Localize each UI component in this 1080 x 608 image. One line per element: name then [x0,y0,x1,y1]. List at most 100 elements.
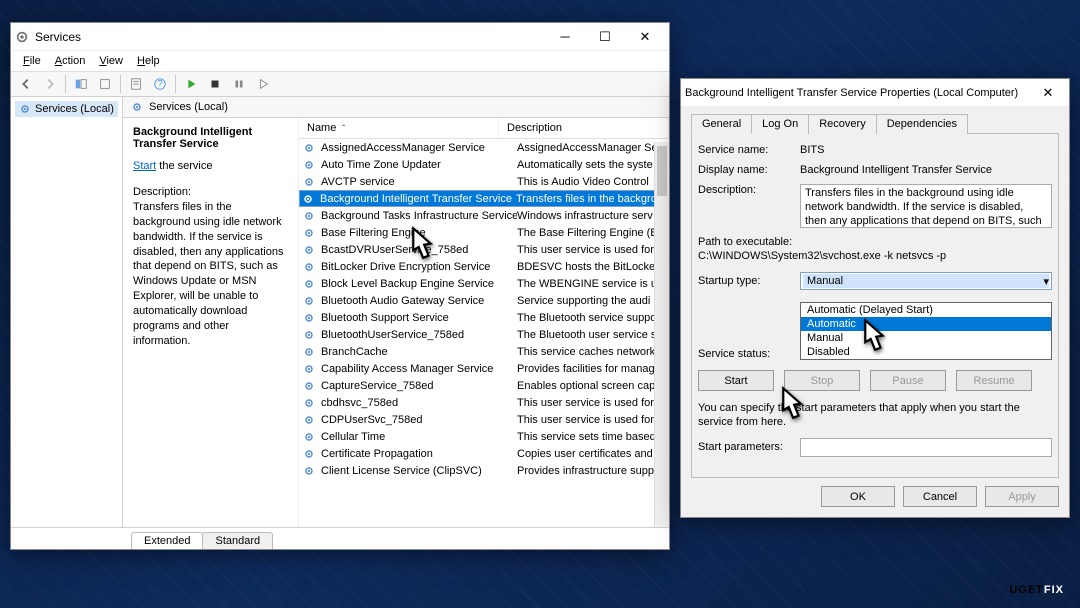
service-row[interactable]: Auto Time Zone UpdaterAutomatically sets… [299,156,669,173]
gear-icon [303,210,317,222]
service-row[interactable]: AssignedAccessManager ServiceAssignedAcc… [299,139,669,156]
service-row[interactable]: Bluetooth Support ServiceThe Bluetooth s… [299,309,669,326]
col-name[interactable]: Nameˆ [299,118,499,138]
window-title: Services [35,30,545,44]
service-row[interactable]: Cellular TimeThis service sets time base… [299,428,669,445]
stop-button[interactable]: Stop [784,370,860,391]
minimize-button[interactable]: ─ [545,24,585,50]
properties-icon[interactable] [125,74,147,94]
dialog-tabs: General Log On Recovery Dependencies [691,113,1059,134]
back-button[interactable] [15,74,37,94]
gear-icon [303,312,317,324]
play-icon[interactable] [180,74,202,94]
tab-dependencies[interactable]: Dependencies [876,114,968,134]
service-name: Bluetooth Support Service [321,312,517,324]
gear-icon [131,101,143,113]
restart-icon[interactable] [252,74,274,94]
service-name: Block Level Backup Engine Service [321,278,517,290]
description-textarea[interactable]: Transfers files in the background using … [800,184,1052,228]
service-desc: The Base Filtering Engine (B [517,227,665,239]
description-label: Description: [133,186,288,198]
service-desc: Enables optional screen cap [517,380,665,392]
menu-help[interactable]: Help [131,53,166,69]
tab-recovery[interactable]: Recovery [808,114,876,134]
service-desc: This user service is used for [517,244,665,256]
maximize-button[interactable]: ☐ [585,24,625,50]
tab-extended[interactable]: Extended [131,532,203,549]
export-icon[interactable] [94,74,116,94]
service-row[interactable]: Base Filtering EngineThe Base Filtering … [299,224,669,241]
menu-view[interactable]: View [93,53,129,69]
gear-icon [19,103,31,115]
apply-button[interactable]: Apply [985,486,1059,507]
service-name: Capability Access Manager Service [321,363,517,375]
service-desc: Provides facilities for manag [517,363,665,375]
start-params-input[interactable] [800,438,1052,457]
tab-logon[interactable]: Log On [751,114,809,134]
start-button[interactable]: Start [698,370,774,391]
label-path: Path to executable: [698,236,1052,248]
label-startup: Startup type: [698,275,800,287]
service-row[interactable]: cbdhsvc_758edThis user service is used f… [299,394,669,411]
service-row[interactable]: BranchCacheThis service caches network [299,343,669,360]
service-row[interactable]: Bluetooth Audio Gateway ServiceService s… [299,292,669,309]
pause-icon[interactable] [228,74,250,94]
service-desc: This service caches network [517,346,665,358]
service-row[interactable]: Block Level Backup Engine ServiceThe WBE… [299,275,669,292]
resume-button[interactable]: Resume [956,370,1032,391]
service-row[interactable]: Background Intelligent Transfer ServiceT… [299,190,669,207]
service-row[interactable]: CDPUserSvc_758edThis user service is use… [299,411,669,428]
service-name: AVCTP service [321,176,517,188]
option-disabled[interactable]: Disabled [801,345,1051,359]
dialog-titlebar[interactable]: Background Intelligent Transfer Service … [681,79,1069,107]
show-hide-icon[interactable] [70,74,92,94]
service-row[interactable]: CaptureService_758edEnables optional scr… [299,377,669,394]
gear-icon [303,346,317,358]
gear-icon [303,465,317,477]
close-button[interactable]: ✕ [625,24,665,50]
svg-text:?: ? [157,79,162,90]
service-row[interactable]: BitLocker Drive Encryption ServiceBDESVC… [299,258,669,275]
view-tabs: Extended Standard [11,527,669,549]
menu-action[interactable]: Action [49,53,92,69]
option-delayed[interactable]: Automatic (Delayed Start) [801,303,1051,317]
dialog-title: Background Intelligent Transfer Service … [685,87,1031,99]
service-name: CaptureService_758ed [321,380,517,392]
service-row[interactable]: AVCTP serviceThis is Audio Video Control [299,173,669,190]
service-desc: Automatically sets the syste [517,159,665,171]
dialog-close-button[interactable]: ✕ [1031,80,1065,106]
main-header-label: Services (Local) [149,101,228,113]
start-link[interactable]: Start [133,160,156,172]
scroll-thumb[interactable] [657,146,667,196]
service-row[interactable]: BluetoothUserService_758edThe Bluetooth … [299,326,669,343]
scrollbar[interactable] [654,142,669,527]
description-text: Transfers files in the background using … [133,200,288,348]
help-icon[interactable]: ? [149,74,171,94]
startup-type-select[interactable]: Manual▾ [800,272,1052,290]
titlebar[interactable]: Services ─ ☐ ✕ [11,23,669,51]
menu-file[interactable]: File [17,53,47,69]
service-row[interactable]: Client License Service (ClipSVC)Provides… [299,462,669,479]
ok-button[interactable]: OK [821,486,895,507]
description-pane: Background Intelligent Transfer Service … [123,118,299,527]
stop-icon[interactable] [204,74,226,94]
pause-button[interactable]: Pause [870,370,946,391]
option-automatic[interactable]: Automatic [801,317,1051,331]
service-desc: This user service is used for [517,414,665,426]
cancel-button[interactable]: Cancel [903,486,977,507]
option-manual[interactable]: Manual [801,331,1051,345]
col-description[interactable]: Description [499,118,669,138]
service-row[interactable]: Capability Access Manager ServiceProvide… [299,360,669,377]
service-name: Auto Time Zone Updater [321,159,517,171]
tab-standard[interactable]: Standard [202,532,273,549]
label-description: Description: [698,184,800,196]
tab-general[interactable]: General [691,114,752,134]
tree-root[interactable]: Services (Local) [15,101,118,117]
service-row[interactable]: Background Tasks Infrastructure ServiceW… [299,207,669,224]
gear-icon [303,414,317,426]
service-desc: AssignedAccessManager Se [517,142,665,154]
gear-icon [303,261,317,273]
service-row[interactable]: BcastDVRUserService_758edThis user servi… [299,241,669,258]
forward-button[interactable] [39,74,61,94]
service-row[interactable]: Certificate PropagationCopies user certi… [299,445,669,462]
